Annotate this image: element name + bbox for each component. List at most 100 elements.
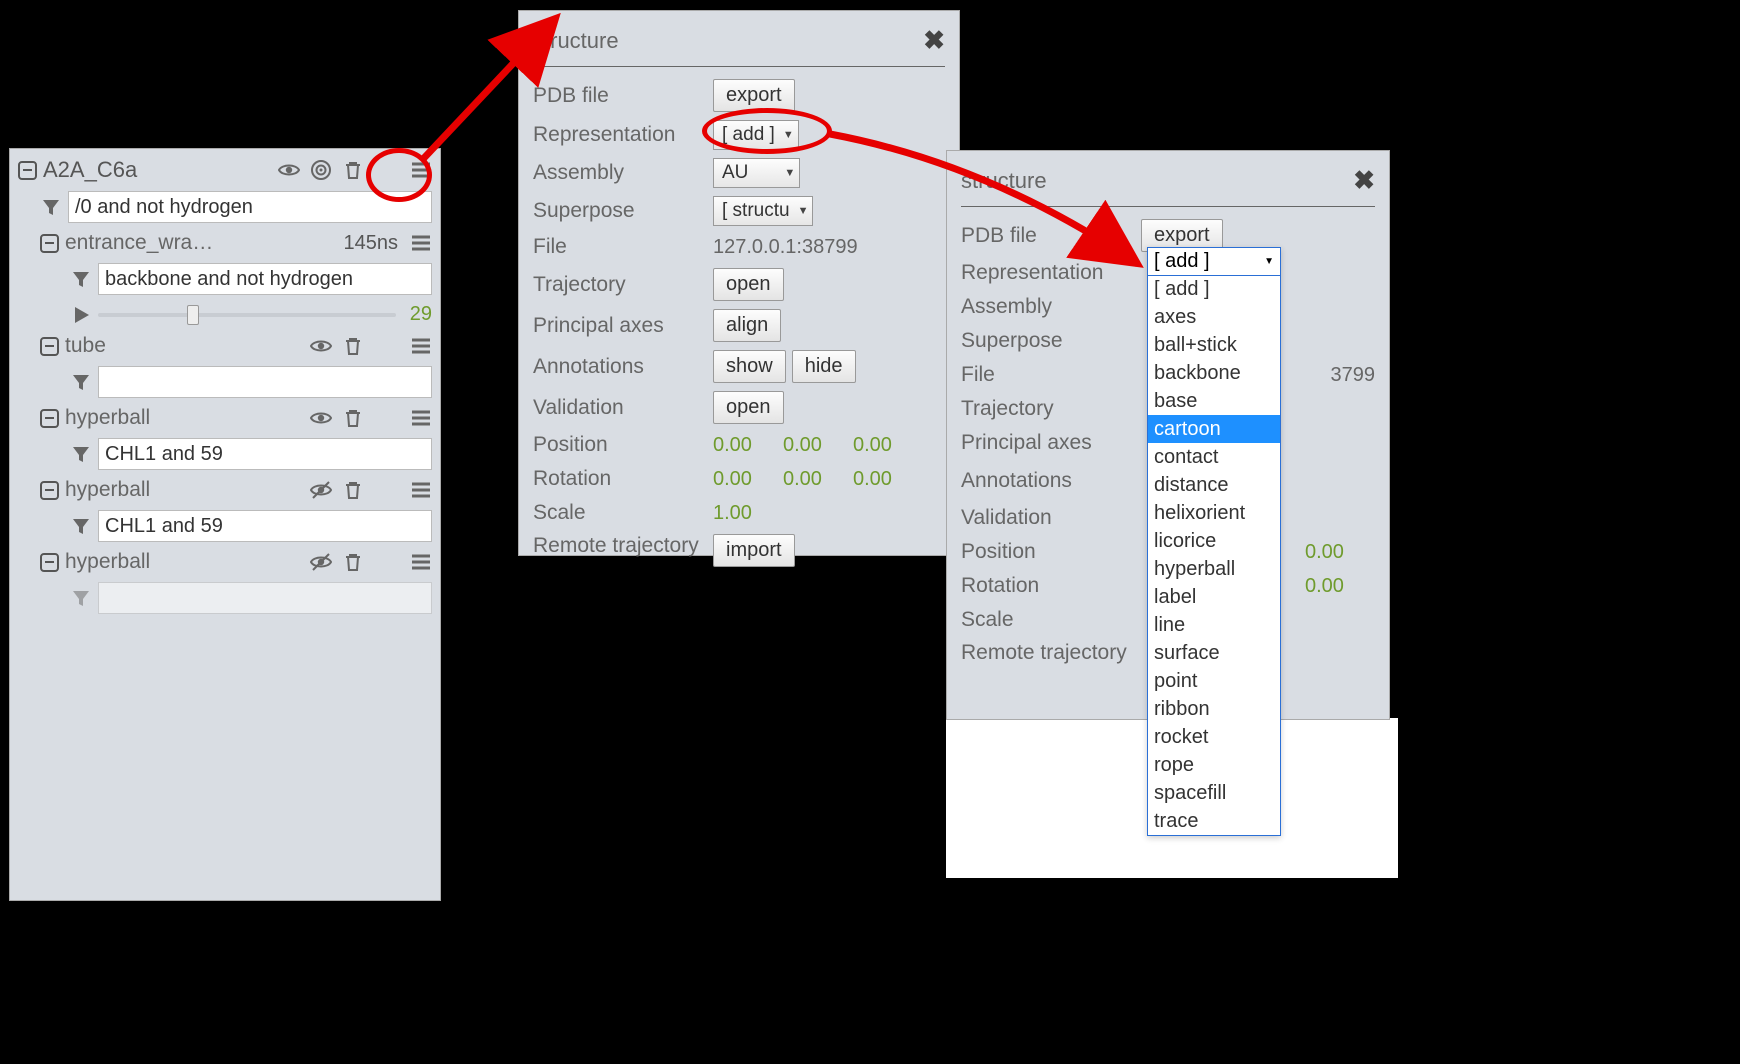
open-validation-button[interactable]: open (713, 391, 784, 424)
dropdown-option[interactable]: helixorient (1148, 499, 1280, 527)
structure-panel-expanded: structure ✖ PDB file export Representati… (946, 150, 1390, 720)
delete-icon[interactable] (342, 407, 364, 429)
dropdown-option[interactable]: contact (1148, 443, 1280, 471)
rotation-z[interactable]: 0.00 (853, 468, 923, 491)
dropdown-option[interactable]: hyperball (1148, 555, 1280, 583)
open-trajectory-button[interactable]: open (713, 268, 784, 301)
close-icon[interactable]: ✖ (1353, 165, 1375, 196)
rotation-x[interactable]: 0.00 (713, 468, 783, 491)
filter-icon (70, 443, 92, 465)
sub-filter-row (10, 506, 440, 546)
dropdown-option[interactable]: base (1148, 387, 1280, 415)
play-icon[interactable] (70, 304, 92, 326)
filter-icon (40, 196, 62, 218)
delete-icon[interactable] (342, 159, 364, 181)
field-label: Trajectory (533, 273, 713, 297)
visibility-icon[interactable] (278, 159, 300, 181)
delete-icon[interactable] (342, 335, 364, 357)
collapse-icon[interactable] (40, 553, 59, 572)
field-label: Rotation (533, 467, 713, 491)
assembly-select[interactable]: AU▼ (713, 158, 800, 188)
filter-input[interactable] (98, 438, 432, 470)
structure-panel: structure ✖ PDB file export Representati… (518, 10, 960, 556)
visibility-off-icon[interactable] (310, 551, 332, 573)
field-label: PDB file (533, 84, 713, 108)
field-label: Annotations (533, 355, 713, 379)
dropdown-option[interactable]: line (1148, 611, 1280, 639)
hide-annotations-button[interactable]: hide (792, 350, 856, 383)
dropdown-option[interactable]: label (1148, 583, 1280, 611)
field-label: Scale (961, 608, 1141, 632)
dropdown-option[interactable]: trace (1148, 807, 1280, 835)
main-filter-input[interactable] (68, 191, 432, 223)
field-label: Assembly (961, 295, 1141, 319)
rotation-z[interactable]: 0.00 (1305, 575, 1375, 598)
frame-slider[interactable] (98, 313, 396, 317)
menu-icon[interactable] (410, 335, 432, 357)
menu-icon[interactable] (410, 407, 432, 429)
representation-dropdown[interactable]: [ add ]▼ [ add ]axesball+stickbackboneba… (1147, 247, 1281, 836)
visibility-icon[interactable] (310, 407, 332, 429)
dropdown-option[interactable]: cartoon (1148, 415, 1280, 443)
dropdown-option[interactable]: [ add ] (1148, 275, 1280, 303)
dropdown-option[interactable]: ribbon (1148, 695, 1280, 723)
sub-filter-row (10, 434, 440, 474)
position-x[interactable]: 0.00 (713, 434, 783, 457)
field-label: Position (533, 433, 713, 457)
representation-sidebar: A2A_C6a entrance_wra… 145ns 29 t (9, 148, 441, 901)
dropdown-option[interactable]: spacefill (1148, 779, 1280, 807)
position-z[interactable]: 0.00 (1305, 541, 1375, 564)
import-button[interactable]: import (713, 534, 795, 567)
dropdown-option[interactable]: ball+stick (1148, 331, 1280, 359)
list-item: hyperball (10, 402, 440, 434)
rotation-y[interactable]: 0.00 (783, 468, 853, 491)
visibility-off-icon[interactable] (310, 479, 332, 501)
scale-value[interactable]: 1.00 (713, 502, 783, 525)
dropdown-option[interactable]: licorice (1148, 527, 1280, 555)
show-annotations-button[interactable]: show (713, 350, 786, 383)
menu-icon[interactable] (410, 551, 432, 573)
representation-select[interactable]: [ add ]▼ (713, 120, 799, 150)
menu-icon[interactable] (410, 159, 432, 181)
main-filter-row (10, 187, 440, 227)
dropdown-option[interactable]: backbone (1148, 359, 1280, 387)
align-button[interactable]: align (713, 309, 781, 342)
filter-input[interactable] (98, 366, 432, 398)
superpose-select[interactable]: [ structu▼ (713, 196, 813, 226)
file-path: 127.0.0.1:38799 (713, 236, 858, 259)
filter-input[interactable] (98, 582, 432, 614)
collapse-icon[interactable] (40, 337, 59, 356)
position-z[interactable]: 0.00 (853, 434, 923, 457)
dropdown-option[interactable]: rocket (1148, 723, 1280, 751)
delete-icon[interactable] (342, 479, 364, 501)
sub-filter-row (10, 362, 440, 402)
menu-icon[interactable] (410, 232, 432, 254)
item-label: hyperball (65, 406, 304, 430)
list-item: hyperball (10, 474, 440, 506)
delete-icon[interactable] (342, 551, 364, 573)
representation-select[interactable]: [ add ]▼ (1147, 247, 1281, 276)
collapse-icon[interactable] (18, 161, 37, 180)
dropdown-option[interactable]: distance (1148, 471, 1280, 499)
menu-icon[interactable] (410, 479, 432, 501)
trajectory-time: 145ns (344, 232, 399, 255)
collapse-icon[interactable] (40, 481, 59, 500)
export-button[interactable]: export (713, 79, 795, 112)
dropdown-option[interactable]: axes (1148, 303, 1280, 331)
center-icon[interactable] (310, 159, 332, 181)
close-icon[interactable]: ✖ (923, 25, 945, 56)
list-item: entrance_wra… 145ns (10, 227, 440, 259)
collapse-icon[interactable] (40, 234, 59, 253)
visibility-icon[interactable] (310, 335, 332, 357)
dropdown-option[interactable]: surface (1148, 639, 1280, 667)
item-label: entrance_wra… (65, 231, 338, 255)
filter-icon (70, 371, 92, 393)
dropdown-option[interactable]: point (1148, 667, 1280, 695)
filter-input[interactable] (98, 263, 432, 295)
filter-input[interactable] (98, 510, 432, 542)
dropdown-option[interactable]: rope (1148, 751, 1280, 779)
field-label: Remote trajectory (533, 534, 713, 558)
collapse-icon[interactable] (40, 409, 59, 428)
position-y[interactable]: 0.00 (783, 434, 853, 457)
field-label: Principal axes (533, 314, 713, 338)
